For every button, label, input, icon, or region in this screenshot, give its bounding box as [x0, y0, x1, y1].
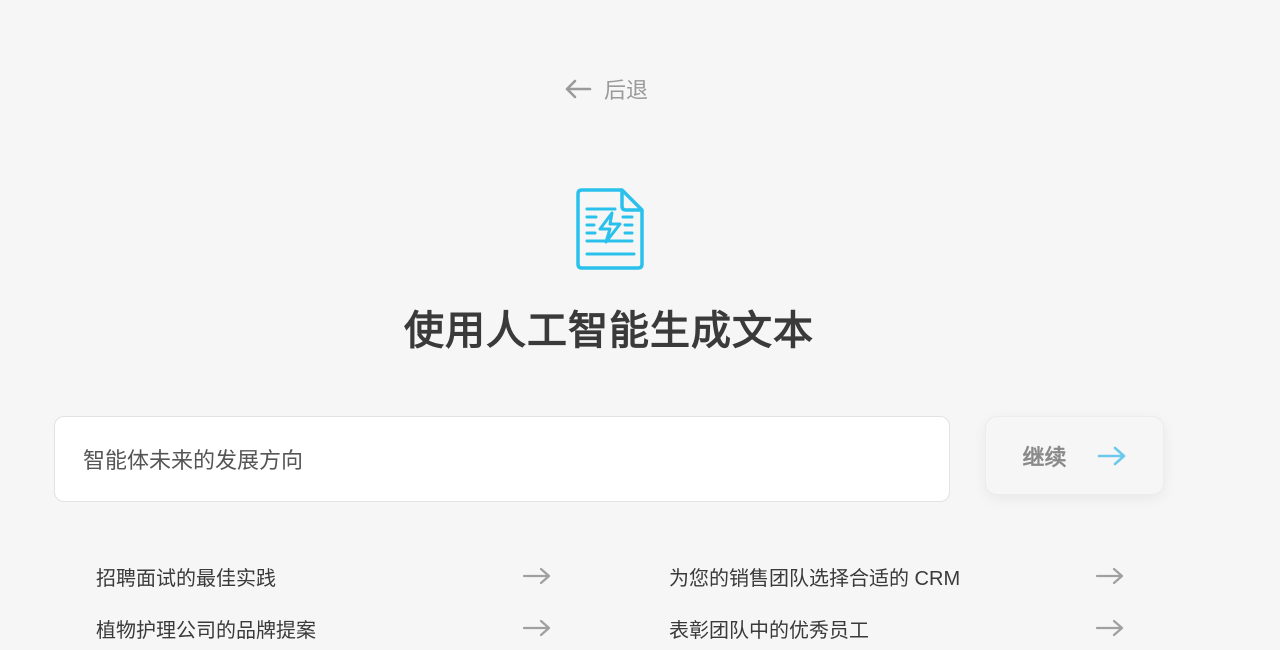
continue-label: 继续: [1022, 444, 1067, 470]
arrow-left-icon: [565, 79, 592, 99]
arrow-right-icon: [1095, 619, 1124, 637]
arrow-right-icon: [522, 619, 551, 637]
suggestion-label: 表彰团队中的优秀员工: [669, 619, 869, 642]
arrow-right-icon: [1095, 567, 1124, 585]
suggestion-item[interactable]: 招聘面试的最佳实践: [96, 554, 552, 598]
arrow-right-icon: [1097, 446, 1125, 465]
suggestion-item[interactable]: 植物护理公司的品牌提案: [96, 606, 552, 650]
back-button[interactable]: 后退: [564, 72, 648, 106]
suggestion-label: 招聘面试的最佳实践: [96, 567, 276, 590]
prompt-input[interactable]: [54, 416, 950, 502]
suggestion-item[interactable]: 为您的销售团队选择合适的 CRM: [669, 554, 1125, 598]
arrow-right-icon: [522, 567, 551, 585]
continue-button[interactable]: 继续: [985, 416, 1164, 495]
suggestion-item[interactable]: 表彰团队中的优秀员工: [669, 606, 1125, 650]
suggestion-label: 为您的销售团队选择合适的 CRM: [669, 567, 961, 590]
document-lightning-icon: [576, 188, 644, 270]
page-title: 使用人工智能生成文本: [404, 309, 814, 353]
back-label: 后退: [604, 78, 649, 103]
suggestion-label: 植物护理公司的品牌提案: [96, 619, 316, 642]
